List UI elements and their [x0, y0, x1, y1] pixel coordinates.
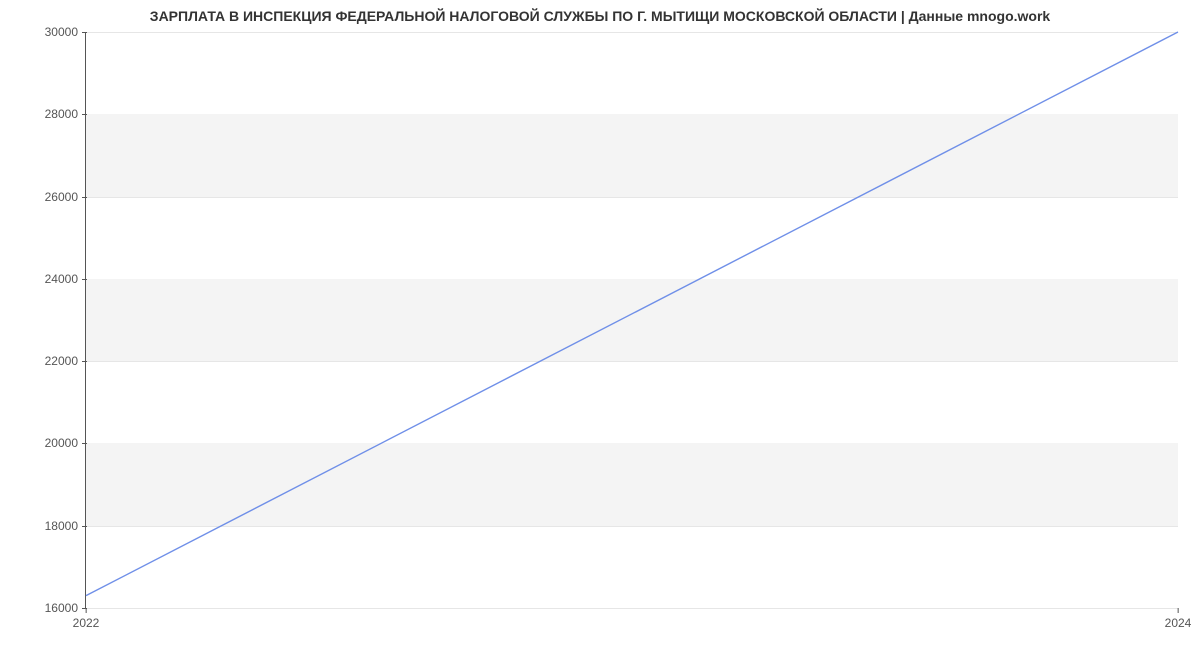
x-tick-label: 2024 — [1165, 608, 1192, 630]
y-gridline — [86, 608, 1178, 609]
y-tick-label: 28000 — [45, 107, 86, 121]
y-tick-label: 24000 — [45, 272, 86, 286]
chart-title: ЗАРПЛАТА В ИНСПЕКЦИЯ ФЕДЕРАЛЬНОЙ НАЛОГОВ… — [0, 8, 1200, 24]
line-layer — [86, 32, 1178, 608]
chart-container: ЗАРПЛАТА В ИНСПЕКЦИЯ ФЕДЕРАЛЬНОЙ НАЛОГОВ… — [0, 0, 1200, 650]
x-tick-label: 2022 — [73, 608, 100, 630]
series-line — [86, 32, 1178, 596]
plot-area: 1600018000200002200024000260002800030000… — [85, 32, 1178, 609]
y-tick-label: 30000 — [45, 25, 86, 39]
y-tick-label: 18000 — [45, 519, 86, 533]
y-tick-label: 26000 — [45, 190, 86, 204]
y-tick-label: 22000 — [45, 354, 86, 368]
y-tick-label: 20000 — [45, 436, 86, 450]
